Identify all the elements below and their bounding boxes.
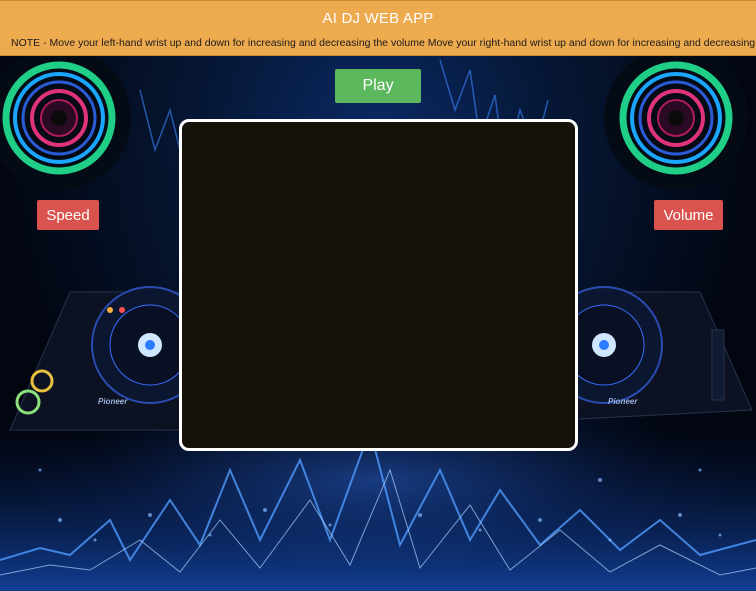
- speed-label: Speed: [37, 200, 99, 230]
- speaker-ring-right-icon: [604, 46, 748, 190]
- right-deck-brand: Pioneer: [608, 397, 638, 406]
- play-button[interactable]: Play: [335, 69, 421, 103]
- left-deck-brand: Pioneer: [98, 397, 128, 406]
- volume-label: Volume: [654, 200, 723, 230]
- webcam-canvas: [179, 119, 578, 451]
- instruction-note: NOTE - Move your left-hand wrist up and …: [11, 37, 756, 49]
- app-header: AI DJ WEB APP NOTE - Move your left-hand…: [0, 0, 756, 56]
- speaker-ring-left-icon: [0, 46, 131, 190]
- app-title: AI DJ WEB APP: [322, 10, 434, 27]
